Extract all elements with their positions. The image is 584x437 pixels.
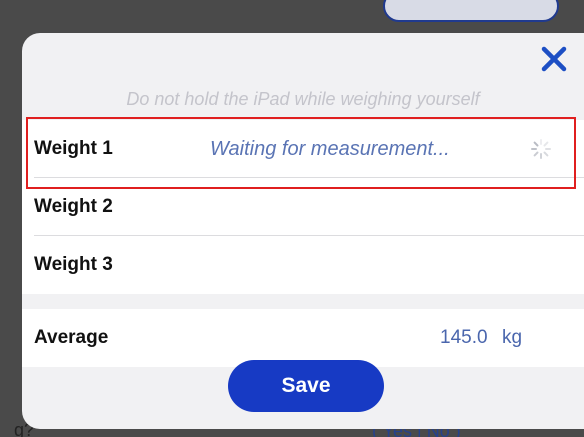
average-label: Average <box>34 327 109 348</box>
weight-1-label: Weight 1 <box>34 138 113 159</box>
average-row: Average 145.0 kg <box>22 309 584 367</box>
close-button[interactable] <box>536 41 572 77</box>
weight-modal: Do not hold the iPad while weighing your… <box>22 33 584 429</box>
measurement-status: Waiting for measurement... <box>210 138 450 160</box>
background-pill-button <box>383 0 559 22</box>
weight-row-3: Weight 3 <box>22 236 584 294</box>
weight-2-label: Weight 2 <box>34 196 113 217</box>
weight-row-1: Weight 1 Waiting for measurement... <box>22 120 584 178</box>
save-button[interactable]: Save <box>228 360 384 412</box>
weight-row-2: Weight 2 <box>22 178 584 236</box>
average-unit: kg <box>502 327 523 348</box>
average-value: 145.0 <box>440 327 488 348</box>
close-icon <box>541 46 567 72</box>
loading-spinner-icon <box>531 139 551 159</box>
weight-3-label: Weight 3 <box>34 254 113 275</box>
weighing-hint: Do not hold the iPad while weighing your… <box>126 89 480 109</box>
